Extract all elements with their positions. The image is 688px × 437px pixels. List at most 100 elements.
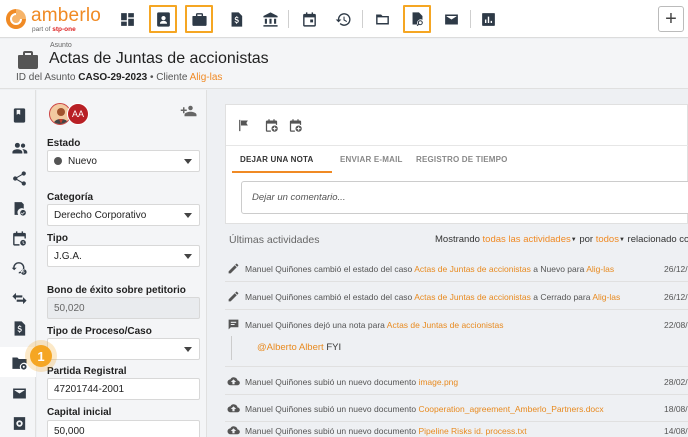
header-kicker: Asunto: [50, 42, 72, 49]
capital-label: Capital inicial: [47, 407, 112, 418]
briefcase-icon: [15, 48, 41, 72]
pencil-icon: [227, 290, 240, 303]
bank-icon[interactable]: [256, 5, 284, 33]
mail-icon[interactable]: [8, 382, 30, 404]
activity-date: 26/12/: [664, 292, 688, 302]
document-link[interactable]: Pipeline Risks id. process.txt: [418, 426, 526, 436]
folder-settings-icon[interactable]: [8, 351, 30, 373]
logo-subtitle: part of stp-one: [32, 26, 76, 33]
tab-dejar-nota[interactable]: DEJAR UNA NOTA: [240, 155, 313, 164]
step-badge: 1: [30, 345, 52, 367]
partida-field[interactable]: 47201744-2001: [47, 378, 200, 400]
add-new-button[interactable]: +: [658, 6, 684, 32]
chevron-down-icon: [184, 213, 192, 218]
divider: [225, 421, 688, 422]
activity-filter: Mostrando todas las actividades▼ por tod…: [435, 234, 688, 245]
dashboard-icon[interactable]: [113, 5, 141, 33]
document-link[interactable]: Cooperation_agreement_Amberlo_Partners.d…: [418, 404, 603, 414]
mention-link[interactable]: @Alberto Albert: [257, 342, 324, 353]
composer-tabs: DEJAR UNA NOTA ENVIAR E-MAIL REGISTRO DE…: [226, 147, 688, 173]
case-link[interactable]: Actas de Juntas de accionistas: [414, 264, 531, 274]
calendar-event-icon[interactable]: [8, 227, 30, 249]
share-icon[interactable]: [8, 167, 30, 189]
case-form-panel: AA Estado Nuevo Categoría Derecho Corpor…: [37, 90, 207, 437]
task-check-icon[interactable]: [8, 197, 30, 219]
comment-icon: [227, 318, 240, 331]
activity-panel: DEJAR UNA NOTA ENVIAR E-MAIL REGISTRO DE…: [208, 90, 688, 437]
client-link[interactable]: Alig-las: [190, 72, 223, 83]
settings-icon[interactable]: [8, 412, 30, 434]
case-link[interactable]: Actas de Juntas de accionistas: [387, 320, 504, 330]
invoice-icon[interactable]: [8, 317, 30, 339]
people-icon[interactable]: [8, 137, 30, 159]
divider: [225, 366, 688, 367]
reports-icon[interactable]: [474, 5, 502, 33]
document-link[interactable]: image.png: [418, 377, 458, 387]
flag-icon[interactable]: [234, 115, 252, 135]
logo-wordmark: amberlo: [31, 5, 102, 26]
transfer-icon[interactable]: [8, 287, 30, 309]
activity-date: 28/02/: [664, 377, 688, 387]
billing-icon[interactable]: [222, 5, 250, 33]
note-content: @Alberto Albert FYI: [257, 342, 342, 353]
capital-field[interactable]: 50,000: [47, 420, 200, 437]
estado-select[interactable]: Nuevo: [47, 150, 200, 172]
upload-cloud-icon: [227, 424, 240, 437]
billing-time-icon[interactable]: [8, 257, 30, 279]
amberlo-logo-mark-icon: [6, 9, 26, 29]
divider: [225, 281, 688, 282]
client-link[interactable]: Alig-las: [592, 292, 620, 302]
tipo-label: Tipo: [47, 233, 68, 244]
page-title: Actas de Juntas de accionistas: [49, 50, 269, 67]
estado-label: Estado: [47, 138, 81, 149]
book-icon[interactable]: [8, 104, 30, 126]
case-link[interactable]: Actas de Juntas de accionistas: [414, 292, 531, 302]
comment-input[interactable]: Dejar un comentario...: [241, 181, 688, 214]
bono-field: 50,020: [47, 297, 200, 319]
status-dot: [54, 157, 62, 165]
user-filter-dropdown[interactable]: todos: [596, 234, 619, 245]
tab-registro-tiempo[interactable]: REGISTRO DE TIEMPO: [416, 155, 508, 164]
upload-cloud-icon: [227, 375, 240, 388]
active-tab-indicator: [232, 171, 332, 173]
section-rail: [0, 90, 36, 437]
amberlo-logo[interactable]: amberlo part of stp-one: [4, 4, 110, 34]
case-header: Asunto Actas de Juntas de accionistas ID…: [0, 39, 688, 89]
case-meta: ID del Asunto CASO-29-2023 • Cliente Ali…: [16, 72, 223, 83]
calendar-icon[interactable]: [295, 5, 323, 33]
partida-label: Partida Registral: [47, 366, 127, 377]
activity-date: 14/08/: [664, 426, 688, 436]
add-calendar-icon[interactable]: [286, 115, 304, 135]
upload-cloud-icon: [227, 402, 240, 415]
chevron-down-icon: [184, 254, 192, 259]
document-search-icon[interactable]: [403, 5, 431, 33]
client-link[interactable]: Alig-las: [586, 264, 614, 274]
tipo-proceso-label: Tipo de Proceso/Caso: [47, 326, 152, 337]
assignee-avatars[interactable]: AA: [49, 103, 109, 125]
activity-date: 18/08/: [664, 404, 688, 414]
avatar-initials: AA: [67, 103, 89, 125]
composer-card: DEJAR UNA NOTA ENVIAR E-MAIL REGISTRO DE…: [225, 104, 688, 224]
categoria-label: Categoría: [47, 192, 94, 203]
divider: [225, 394, 688, 395]
folder-icon[interactable]: [368, 5, 396, 33]
top-bar: amberlo part of stp-one +: [0, 0, 688, 38]
chevron-down-icon: [184, 159, 192, 164]
chevron-down-icon: [184, 347, 192, 352]
tipo-select[interactable]: J.G.A.: [47, 245, 200, 267]
note-quote-bar: [231, 336, 235, 360]
add-person-icon[interactable]: [180, 104, 198, 118]
mail-icon[interactable]: [437, 5, 465, 33]
tipo-proceso-select[interactable]: [47, 338, 200, 360]
case-id: CASO-29-2023: [78, 72, 148, 83]
tab-enviar-email[interactable]: ENVIAR E-MAIL: [340, 155, 403, 164]
contacts-icon[interactable]: [149, 5, 177, 33]
bono-label: Bono de éxito sobre petitorio: [47, 285, 186, 296]
scope-filter-dropdown[interactable]: todas las actividades: [483, 234, 571, 245]
cases-icon[interactable]: [185, 5, 213, 33]
divider: [226, 145, 688, 146]
time-tracking-icon[interactable]: [329, 5, 357, 33]
toolbar-divider: [288, 10, 289, 28]
categoria-select[interactable]: Derecho Corporativo: [47, 204, 200, 226]
add-event-icon[interactable]: [262, 115, 280, 135]
